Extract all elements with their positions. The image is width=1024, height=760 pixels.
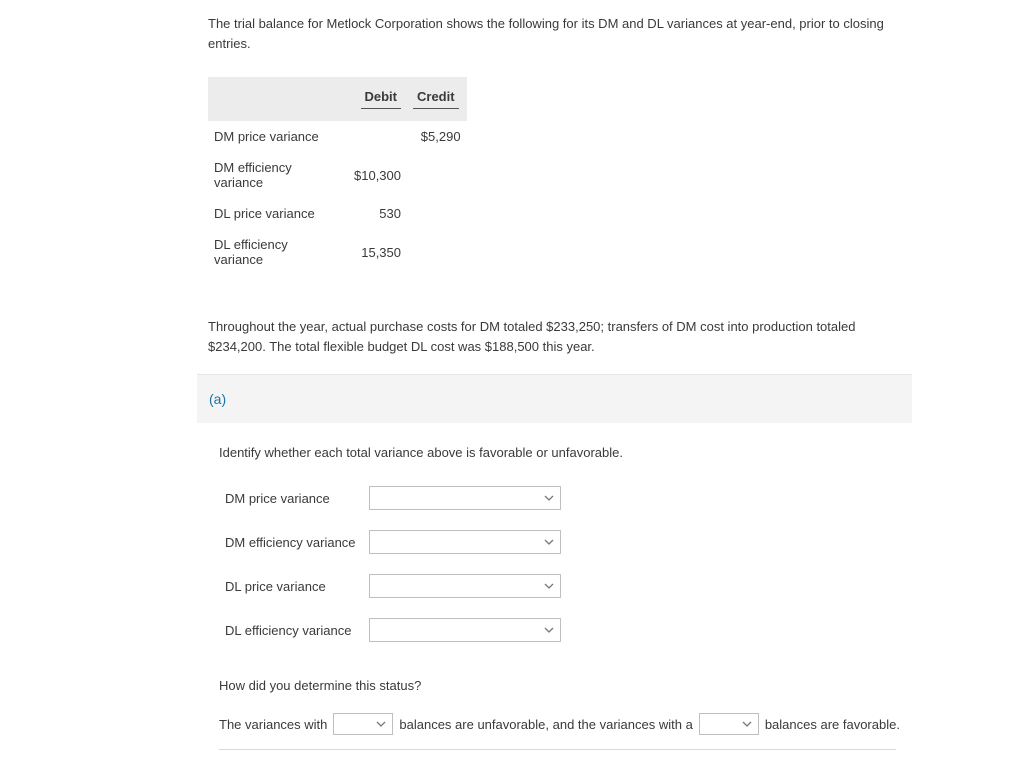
row-debit: 530 — [348, 198, 407, 229]
intro-text: The trial balance for Metlock Corporatio… — [197, 8, 912, 67]
context-paragraph: Throughout the year, actual purchase cos… — [208, 317, 912, 374]
col-credit: Credit — [407, 77, 467, 121]
sentence-part: balances are unfavorable, and the varian… — [399, 717, 692, 732]
row-label: DM price variance — [208, 121, 348, 152]
dm-price-select[interactable] — [369, 486, 561, 510]
table-row: DM price variance $5,290 — [208, 121, 467, 152]
sentence-part: balances are favorable. — [765, 717, 900, 732]
blank-1-select[interactable] — [333, 713, 393, 735]
section-instruction: Identify whether each total variance abo… — [219, 445, 900, 460]
variance-label: DL price variance — [219, 579, 369, 594]
row-credit: $5,290 — [407, 121, 467, 152]
dl-price-select[interactable] — [369, 574, 561, 598]
row-debit: 15,350 — [348, 229, 407, 275]
chevron-down-icon — [544, 493, 554, 503]
variance-label: DM price variance — [219, 491, 369, 506]
row-debit — [348, 121, 407, 152]
variance-label: DM efficiency variance — [219, 535, 369, 550]
dm-efficiency-select[interactable] — [369, 530, 561, 554]
row-credit — [407, 152, 467, 198]
row-label: DL efficiency variance — [208, 229, 348, 275]
chevron-down-icon — [544, 581, 554, 591]
table-row: DM efficiency variance $10,300 — [208, 152, 467, 198]
chevron-down-icon — [544, 537, 554, 547]
section-a-header: (a) — [197, 375, 912, 423]
row-label: DM efficiency variance — [208, 152, 348, 198]
table-row: DL price variance 530 — [208, 198, 467, 229]
variance-label: DL efficiency variance — [219, 623, 369, 638]
sentence-part: The variances with — [219, 717, 327, 732]
chevron-down-icon — [376, 719, 386, 729]
row-debit: $10,300 — [348, 152, 407, 198]
fill-sentence: The variances with balances are unfavora… — [219, 713, 900, 749]
determine-question: How did you determine this status? — [219, 678, 900, 693]
blank-2-select[interactable] — [699, 713, 759, 735]
row-credit — [407, 198, 467, 229]
variance-table: Debit Credit DM price variance $5,290 DM… — [208, 77, 467, 275]
row-credit — [407, 229, 467, 275]
col-debit: Debit — [348, 77, 407, 121]
chevron-down-icon — [742, 719, 752, 729]
dl-efficiency-select[interactable] — [369, 618, 561, 642]
row-label: DL price variance — [208, 198, 348, 229]
table-row: DL efficiency variance 15,350 — [208, 229, 467, 275]
